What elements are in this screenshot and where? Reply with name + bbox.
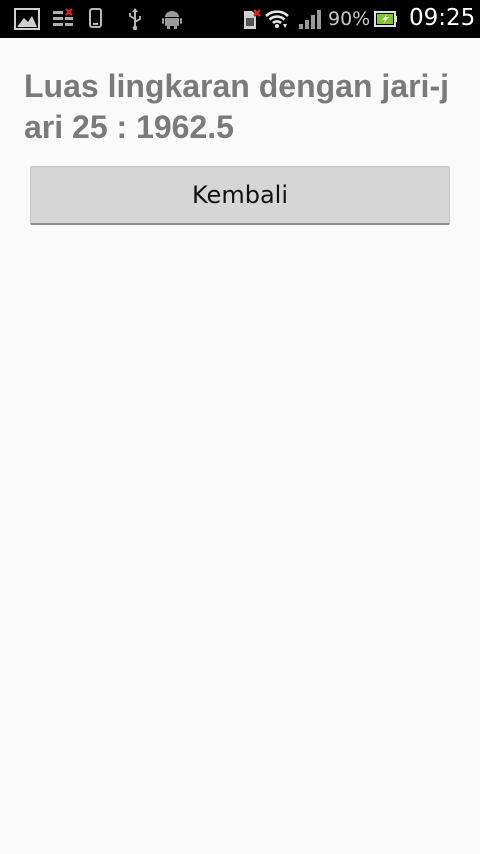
app-content: Luas lingkaran dengan jari-jari 25 : 196… bbox=[0, 38, 480, 854]
signal-icon bbox=[299, 10, 321, 29]
sync-error-icon bbox=[53, 8, 73, 26]
battery-charging-icon bbox=[374, 11, 397, 27]
status-clock: 09:25 bbox=[409, 5, 476, 31]
wifi-icon bbox=[265, 10, 289, 28]
sim-error-icon bbox=[244, 9, 261, 29]
phone-icon bbox=[89, 8, 102, 28]
gallery-icon bbox=[14, 8, 40, 30]
battery-percent: 90% bbox=[328, 8, 371, 30]
result-text: Luas lingkaran dengan jari-jari 25 : 196… bbox=[24, 68, 449, 145]
status-bar: 90% 09:25 bbox=[0, 0, 480, 38]
back-button[interactable]: Kembali bbox=[30, 166, 450, 225]
android-debug-icon bbox=[162, 11, 182, 29]
usb-icon bbox=[129, 8, 141, 31]
